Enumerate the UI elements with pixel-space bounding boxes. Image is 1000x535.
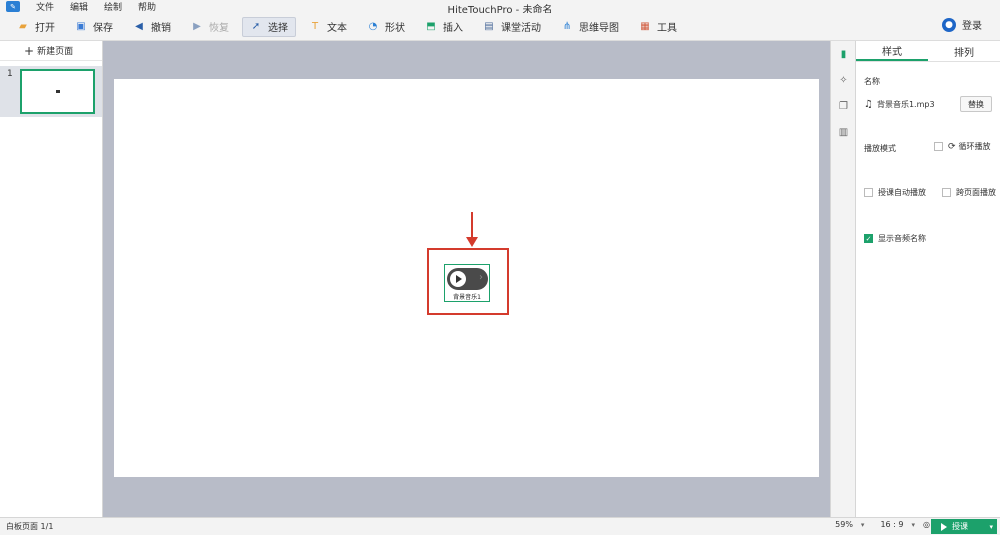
text-button[interactable]: T 文本 <box>302 17 354 37</box>
start-lecture-button[interactable]: 授课 ▾ <box>931 519 997 534</box>
activity-icon: ▤ <box>484 21 494 32</box>
properties-panel: 样式 排列 名称 ♫ 背景音乐1.mp3 替换 播放模式 ⟳ 循环播放 授课自动… <box>855 41 1000 517</box>
open-button[interactable]: ▰ 打开 <box>10 17 62 37</box>
sync-icon[interactable]: ◎ <box>923 520 930 529</box>
menu-bar: 文件 编辑 绘制 帮助 <box>36 0 172 13</box>
mindmap-icon: ⋔ <box>562 21 572 32</box>
resource-panel-icon[interactable]: ▥ <box>831 119 856 145</box>
workspace: › 背景音乐1 <box>103 41 830 517</box>
loop-play-checkbox[interactable] <box>934 142 943 151</box>
chevron-right-icon: › <box>479 272 483 283</box>
toolbox-icon: ▦ <box>640 21 650 32</box>
auto-play-checkbox[interactable] <box>864 188 873 197</box>
name-label: 名称 <box>864 77 880 86</box>
zoom-select[interactable]: 59% ▾ <box>827 520 864 529</box>
cursor-icon: ➚ <box>251 21 261 32</box>
page-number: 1 <box>7 69 13 79</box>
side-icon-strip: ▮ ✧ ❐ ▥ <box>830 41 855 517</box>
folder-open-icon: ▰ <box>19 21 27 32</box>
audio-file-name: 背景音乐1.mp3 <box>876 100 935 109</box>
aspect-ratio-select[interactable]: 16 : 9 ▾ <box>872 520 915 529</box>
undo-button[interactable]: ◀ 撤销 <box>126 17 178 37</box>
redo-icon: ▶ <box>193 21 201 32</box>
audio-player[interactable]: › <box>447 268 488 290</box>
tab-style[interactable]: 样式 <box>856 41 928 61</box>
tools-button[interactable]: ▦ 工具 <box>632 17 684 37</box>
shape-button[interactable]: ◔ 形状 <box>360 17 412 37</box>
play-mode-label: 播放模式 <box>864 144 896 153</box>
select-button[interactable]: ➚ 选择 <box>242 16 296 37</box>
insert-button[interactable]: ⬒ 插入 <box>418 17 470 37</box>
text-icon: T <box>311 21 319 32</box>
show-audio-name-checkbox[interactable]: ✓ <box>864 234 873 243</box>
cross-page-checkbox[interactable] <box>942 188 951 197</box>
title-bar: ✎ 文件 编辑 绘制 帮助 HiteTouchPro - 未命名 <box>0 0 1000 16</box>
menu-help[interactable]: 帮助 <box>138 0 156 13</box>
page-thumbnail-row[interactable]: 1 <box>0 66 102 117</box>
undo-icon: ◀ <box>135 21 143 32</box>
cross-page-option[interactable]: 跨页面播放 <box>942 187 996 198</box>
app-logo-icon: ✎ <box>6 1 20 12</box>
play-icon <box>456 275 462 283</box>
status-controls: 59% ▾ 16 : 9 ▾ ◎ <box>819 520 930 529</box>
tab-arrange[interactable]: 排列 <box>928 41 1000 61</box>
insert-icon: ⬒ <box>426 21 436 32</box>
auto-play-option[interactable]: 授课自动播放 <box>864 187 926 198</box>
play-icon <box>941 522 947 531</box>
chevron-down-icon: ▾ <box>911 521 916 529</box>
class-activity-button[interactable]: ▤ 课堂活动 <box>476 17 548 37</box>
properties-tabs: 样式 排列 <box>856 41 1000 62</box>
loop-play-option[interactable]: ⟳ 循环播放 <box>934 141 991 152</box>
shape-icon: ◔ <box>368 21 378 32</box>
annotation-arrow-head-icon <box>466 237 478 247</box>
whiteboard-canvas[interactable]: › 背景音乐1 <box>114 79 819 477</box>
chevron-down-icon[interactable]: ▾ <box>989 523 993 531</box>
style-panel-icon[interactable]: ▮ <box>831 41 856 67</box>
plus-icon: + <box>24 43 35 58</box>
save-icon: ▣ <box>76 21 86 32</box>
mindmap-button[interactable]: ⋔ 思维导图 <box>554 17 626 37</box>
audio-caption: 背景音乐1 <box>453 294 481 301</box>
redo-button[interactable]: ▶ 恢复 <box>184 17 236 37</box>
show-audio-name-option[interactable]: ✓ 显示音频名称 <box>864 233 926 244</box>
page-thumbnail[interactable] <box>20 69 95 114</box>
loop-icon: ⟳ <box>948 141 956 152</box>
page-indicator: 白板页面 1/1 <box>6 522 54 531</box>
page-list-panel: + 新建页面 1 <box>0 41 103 517</box>
annotation-arrow-line <box>471 212 473 240</box>
save-button[interactable]: ▣ 保存 <box>68 17 120 37</box>
animation-panel-icon[interactable]: ✧ <box>831 67 856 93</box>
menu-file[interactable]: 文件 <box>36 0 54 13</box>
status-bar: 白板页面 1/1 59% ▾ 16 : 9 ▾ ◎ 授课 ▾ <box>0 517 1000 535</box>
menu-edit[interactable]: 编辑 <box>70 0 88 13</box>
chevron-down-icon: ▾ <box>860 521 865 529</box>
thumbnail-audio-mark <box>56 90 60 93</box>
layers-panel-icon[interactable]: ❐ <box>831 93 856 119</box>
replace-button[interactable]: 替换 <box>960 96 992 112</box>
music-note-icon: ♫ <box>864 99 873 110</box>
play-button[interactable] <box>450 271 466 287</box>
new-page-button[interactable]: + 新建页面 <box>0 41 102 61</box>
menu-draw[interactable]: 绘制 <box>104 0 122 13</box>
user-avatar-icon: ● <box>942 17 956 32</box>
audio-object[interactable]: › 背景音乐1 <box>444 264 490 302</box>
main-toolbar: ▰ 打开 ▣ 保存 ◀ 撤销 ▶ 恢复 ➚ 选择 T 文本 ◔ 形状 ⬒ 插入 … <box>0 13 1000 41</box>
login-button[interactable]: ● 登录 <box>942 17 982 32</box>
